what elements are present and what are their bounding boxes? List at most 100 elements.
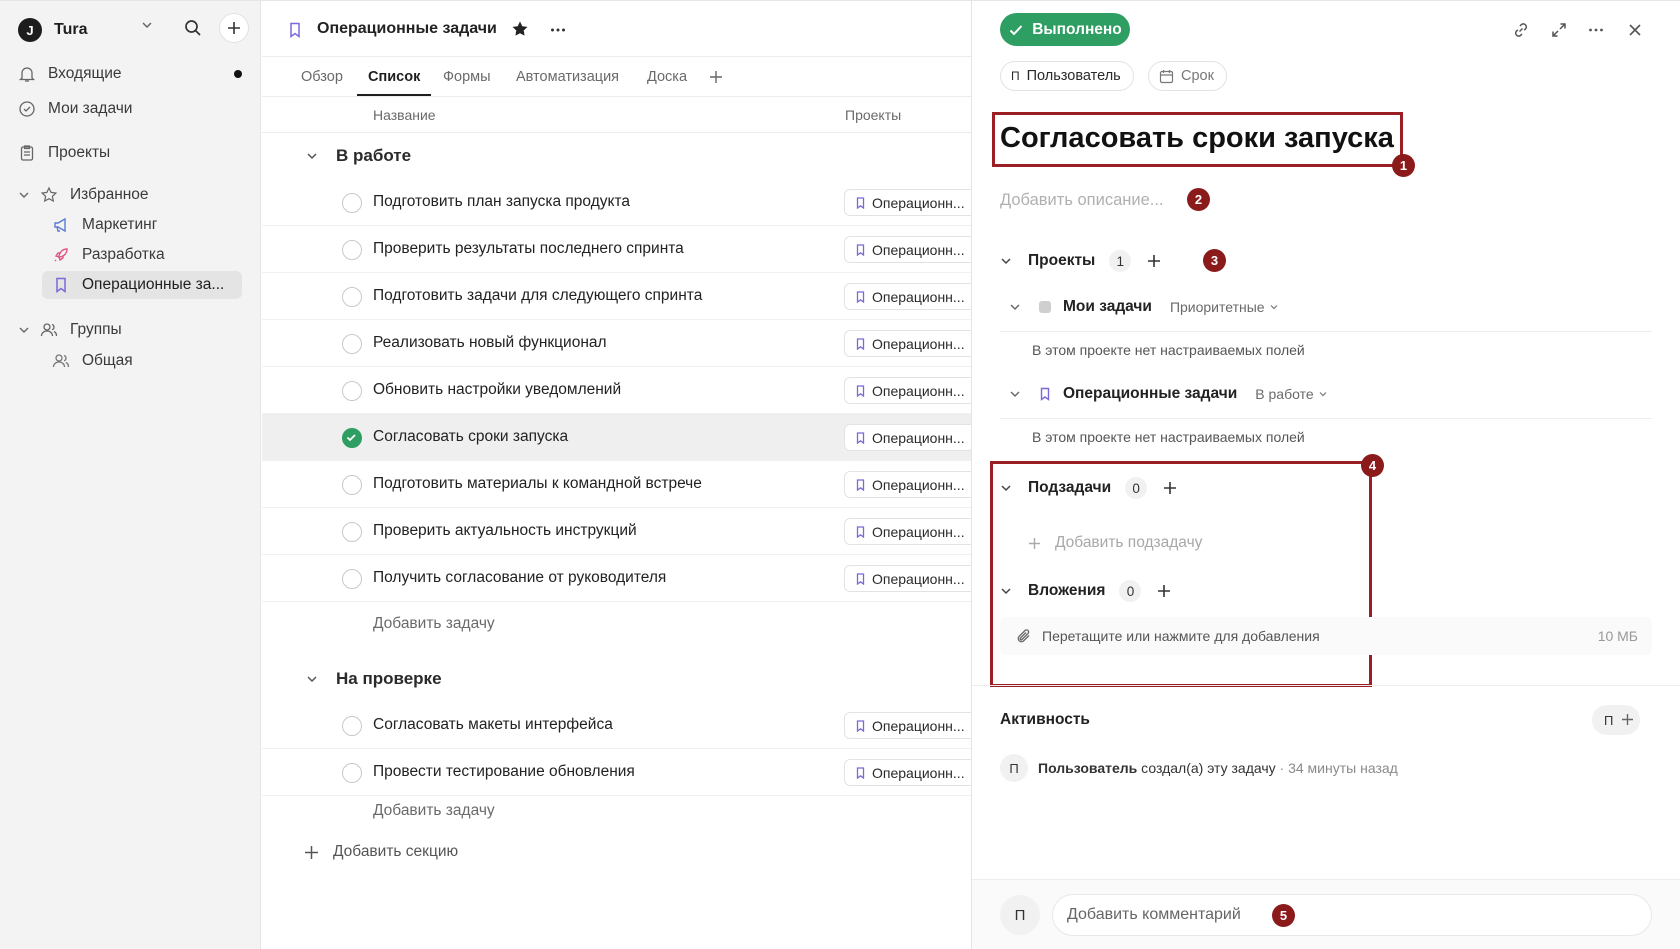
section-header[interactable]: В работе xyxy=(262,136,971,176)
chevron-down-icon[interactable] xyxy=(1009,301,1021,313)
more-button[interactable] xyxy=(1585,19,1607,41)
task-checkbox[interactable] xyxy=(342,334,362,354)
project-tag-label: Операционн... xyxy=(872,523,965,540)
task-row[interactable]: Провести тестирование обновления Операци… xyxy=(262,749,984,796)
project-membership-row[interactable]: Операционные задачи В работе xyxy=(1009,380,1328,408)
task-checkbox[interactable] xyxy=(342,287,362,307)
tab-board[interactable]: Доска xyxy=(647,69,687,85)
activity-author[interactable]: Пользователь xyxy=(1038,760,1137,776)
add-section-button[interactable]: Добавить секцию xyxy=(304,843,458,861)
add-subtask-icon[interactable] xyxy=(1163,481,1177,495)
project-membership-row[interactable]: Мои задачи Приоритетные xyxy=(1009,293,1279,321)
project-tag[interactable]: Операционн... xyxy=(844,518,984,545)
add-task-button[interactable]: Добавить задачу xyxy=(373,615,495,633)
tab-overview[interactable]: Обзор xyxy=(301,69,343,85)
add-task-button[interactable]: Добавить задачу xyxy=(373,802,495,820)
add-attachment-icon[interactable] xyxy=(1157,584,1171,598)
divider xyxy=(972,685,1680,686)
task-row[interactable]: Проверить результаты последнего спринта … xyxy=(262,226,984,273)
avatar: П xyxy=(1000,895,1040,935)
due-date-chip[interactable]: Срок xyxy=(1148,61,1227,91)
expand-button[interactable] xyxy=(1548,19,1570,41)
project-tag[interactable]: Операционн... xyxy=(844,189,984,216)
task-row[interactable]: Подготовить задачи для следующего спринт… xyxy=(262,273,984,320)
task-row-selected[interactable]: Согласовать сроки запуска Операционн... xyxy=(262,414,984,461)
chevron-down-icon[interactable] xyxy=(306,673,318,685)
tab-automation[interactable]: Автоматизация xyxy=(516,69,619,85)
section-header[interactable]: На проверке xyxy=(262,659,971,699)
groups-toggle[interactable]: Группы xyxy=(18,317,242,343)
projects-section-header[interactable]: Проекты 1 xyxy=(1000,247,1161,275)
followers-button[interactable]: П xyxy=(1592,705,1640,735)
sidebar-item-label: Общая xyxy=(82,352,133,369)
create-button[interactable] xyxy=(219,13,249,43)
attachments-section-header[interactable]: Вложения 0 xyxy=(1000,577,1171,605)
chevron-down-icon[interactable] xyxy=(1000,255,1012,267)
project-tag[interactable]: Операционн... xyxy=(844,236,984,263)
project-tag[interactable]: Операционн... xyxy=(844,424,984,451)
task-checkbox[interactable] xyxy=(342,240,362,260)
sidebar-item-operational[interactable]: Операционные за... xyxy=(42,271,242,299)
close-button[interactable] xyxy=(1624,19,1646,41)
project-tag[interactable]: Операционн... xyxy=(844,712,984,739)
task-checkbox-checked[interactable] xyxy=(342,428,362,448)
project-status-dropdown[interactable]: Приоритетные xyxy=(1170,299,1279,315)
comment-input[interactable]: Добавить комментарий xyxy=(1052,894,1652,936)
add-project-icon[interactable] xyxy=(1147,254,1161,268)
project-tag[interactable]: Операционн... xyxy=(844,330,984,357)
copy-link-button[interactable] xyxy=(1510,19,1532,41)
task-row[interactable]: Получить согласование от руководителя Оп… xyxy=(262,555,984,602)
description-field[interactable]: Добавить описание... xyxy=(1000,191,1164,210)
task-row[interactable]: Подготовить план запуска продукта Операц… xyxy=(262,179,984,226)
star-icon[interactable] xyxy=(511,20,529,38)
project-tag[interactable]: Операционн... xyxy=(844,759,984,786)
favorites-toggle[interactable]: Избранное xyxy=(18,182,242,208)
project-tag[interactable]: Операционн... xyxy=(844,471,984,498)
task-checkbox[interactable] xyxy=(342,193,362,213)
unread-dot xyxy=(234,70,242,78)
workspace-switcher[interactable]: J Tura xyxy=(18,15,87,45)
task-row[interactable]: Реализовать новый функционал Операционн.… xyxy=(262,320,984,367)
sidebar-item-development[interactable]: Разработка xyxy=(42,241,242,269)
mark-complete-button[interactable]: Выполнено xyxy=(1000,13,1130,46)
more-icon[interactable] xyxy=(549,21,567,39)
annotation-badge: 5 xyxy=(1272,904,1295,927)
task-checkbox[interactable] xyxy=(342,381,362,401)
task-title[interactable]: Согласовать сроки запуска xyxy=(1000,122,1394,155)
task-checkbox[interactable] xyxy=(342,716,362,736)
nav-my-tasks[interactable]: Мои задачи xyxy=(18,96,242,122)
subtasks-section-header[interactable]: Подзадачи 0 xyxy=(1000,474,1177,502)
project-tag[interactable]: Операционн... xyxy=(844,377,984,404)
task-checkbox[interactable] xyxy=(342,763,362,783)
task-row[interactable]: Подготовить материалы к командной встреч… xyxy=(262,461,984,508)
task-checkbox[interactable] xyxy=(342,522,362,542)
add-tab-icon[interactable] xyxy=(709,70,723,84)
chevron-down-icon[interactable] xyxy=(140,18,154,32)
attachment-dropzone[interactable]: Перетащите или нажмите для добавления 10… xyxy=(1000,617,1652,655)
task-name: Подготовить материалы к командной встреч… xyxy=(373,475,702,492)
task-checkbox[interactable] xyxy=(342,569,362,589)
task-row[interactable]: Проверить актуальность инструкций Операц… xyxy=(262,508,984,555)
check-icon xyxy=(1010,24,1023,35)
column-name-header[interactable]: Название xyxy=(373,107,436,123)
nav-projects[interactable]: Проекты xyxy=(18,140,242,166)
column-projects-header[interactable]: Проекты xyxy=(845,107,901,123)
tab-forms[interactable]: Формы xyxy=(443,69,491,85)
task-row[interactable]: Обновить настройки уведомлений Операцион… xyxy=(262,367,984,414)
sidebar-item-marketing[interactable]: Маркетинг xyxy=(42,211,242,239)
project-tag[interactable]: Операционн... xyxy=(844,565,984,592)
sidebar-item-general[interactable]: Общая xyxy=(42,347,242,375)
chevron-down-icon[interactable] xyxy=(1000,482,1012,494)
assignee-chip[interactable]: П Пользователь xyxy=(1000,61,1134,91)
chevron-down-icon[interactable] xyxy=(1000,585,1012,597)
chevron-down-icon[interactable] xyxy=(1009,388,1021,400)
add-subtask-button[interactable]: Добавить подзадачу xyxy=(1028,534,1202,552)
chevron-down-icon[interactable] xyxy=(306,150,318,162)
project-status-dropdown[interactable]: В работе xyxy=(1255,386,1327,402)
tab-list[interactable]: Список xyxy=(368,69,420,85)
nav-inbox[interactable]: Входящие xyxy=(18,61,242,87)
task-checkbox[interactable] xyxy=(342,475,362,495)
search-button[interactable] xyxy=(178,13,208,43)
task-row[interactable]: Согласовать макеты интерфейса Операционн… xyxy=(262,702,984,749)
project-tag[interactable]: Операционн... xyxy=(844,283,984,310)
